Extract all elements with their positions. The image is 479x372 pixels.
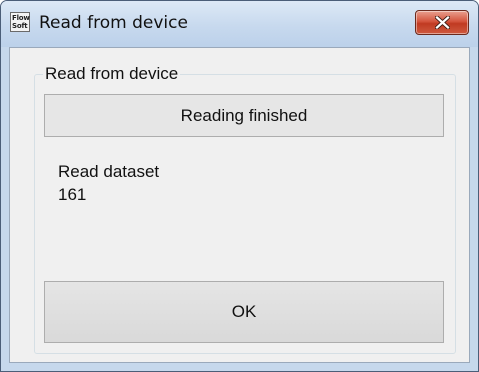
app-icon: Flow Soft xyxy=(10,12,30,32)
read-dataset-label: Read dataset xyxy=(58,162,160,181)
read-from-device-groupbox: Read from device Reading finished Read d… xyxy=(34,63,456,354)
read-dataset-value: 161 xyxy=(58,185,87,204)
dialog-client-area: Read from device Reading finished Read d… xyxy=(9,47,470,363)
reading-status-button[interactable]: Reading finished xyxy=(44,94,444,137)
groupbox-legend: Read from device xyxy=(43,63,181,85)
window-title: Read from device xyxy=(39,13,188,33)
ok-button[interactable]: OK xyxy=(44,281,444,343)
close-button[interactable] xyxy=(415,10,469,35)
dialog-window: Flow Soft Read from device Read from dev… xyxy=(0,0,479,372)
close-icon xyxy=(435,16,450,29)
title-bar[interactable]: Flow Soft Read from device xyxy=(1,1,478,47)
